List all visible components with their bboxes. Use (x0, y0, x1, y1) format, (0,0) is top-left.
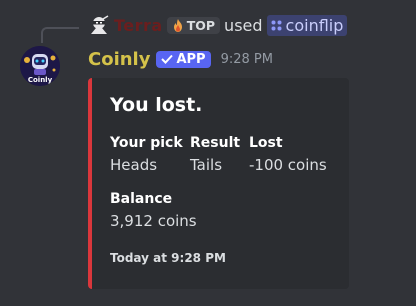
embed-title: You lost. (110, 94, 203, 116)
result-embed: You lost. Your pick Heads Result Tails L… (88, 78, 349, 289)
field-lost: Lost -100 coins (249, 135, 327, 174)
message-header: Coinly APP 9:28 PM (88, 46, 273, 72)
message-timestamp[interactable]: 9:28 PM (221, 52, 273, 67)
command-reply-line: Terra TOP used coinflip (88, 12, 348, 38)
field-balance: Balance 3,912 coins (110, 191, 197, 230)
discord-message: Terra TOP used coinflip Coinly Coinly AP… (0, 0, 416, 306)
ninja-avatar-icon[interactable] (88, 14, 110, 36)
field-value: Heads (110, 156, 158, 174)
field-name: Result (190, 135, 241, 151)
reply-spine (41, 27, 79, 43)
avatar-logo-text: Coinly (28, 76, 53, 84)
command-mention[interactable]: coinflip (266, 14, 348, 36)
command-name: coinflip (285, 15, 344, 35)
slash-command-icon (271, 20, 282, 30)
field-result: Result Tails (190, 135, 240, 174)
bot-avatar[interactable]: Coinly (20, 46, 60, 86)
embed-footer: Today at 9:28 PM (110, 251, 226, 265)
role-tag-label: TOP (186, 17, 216, 33)
action-text: used (224, 15, 263, 35)
field-value: -100 coins (249, 156, 327, 174)
checkmark-icon (161, 54, 174, 64)
flame-icon (173, 18, 182, 32)
bot-username[interactable]: Coinly (88, 49, 150, 70)
app-badge: APP (156, 50, 211, 68)
field-your-pick: Your pick Heads (110, 135, 183, 174)
role-tag[interactable]: TOP (166, 16, 221, 34)
field-name: Lost (249, 135, 283, 151)
app-badge-label: APP (176, 51, 206, 67)
reply-username[interactable]: Terra (114, 16, 163, 35)
field-value: Tails (190, 156, 223, 174)
field-value: 3,912 coins (110, 212, 197, 230)
field-name: Your pick (110, 135, 183, 151)
field-name: Balance (110, 191, 173, 207)
